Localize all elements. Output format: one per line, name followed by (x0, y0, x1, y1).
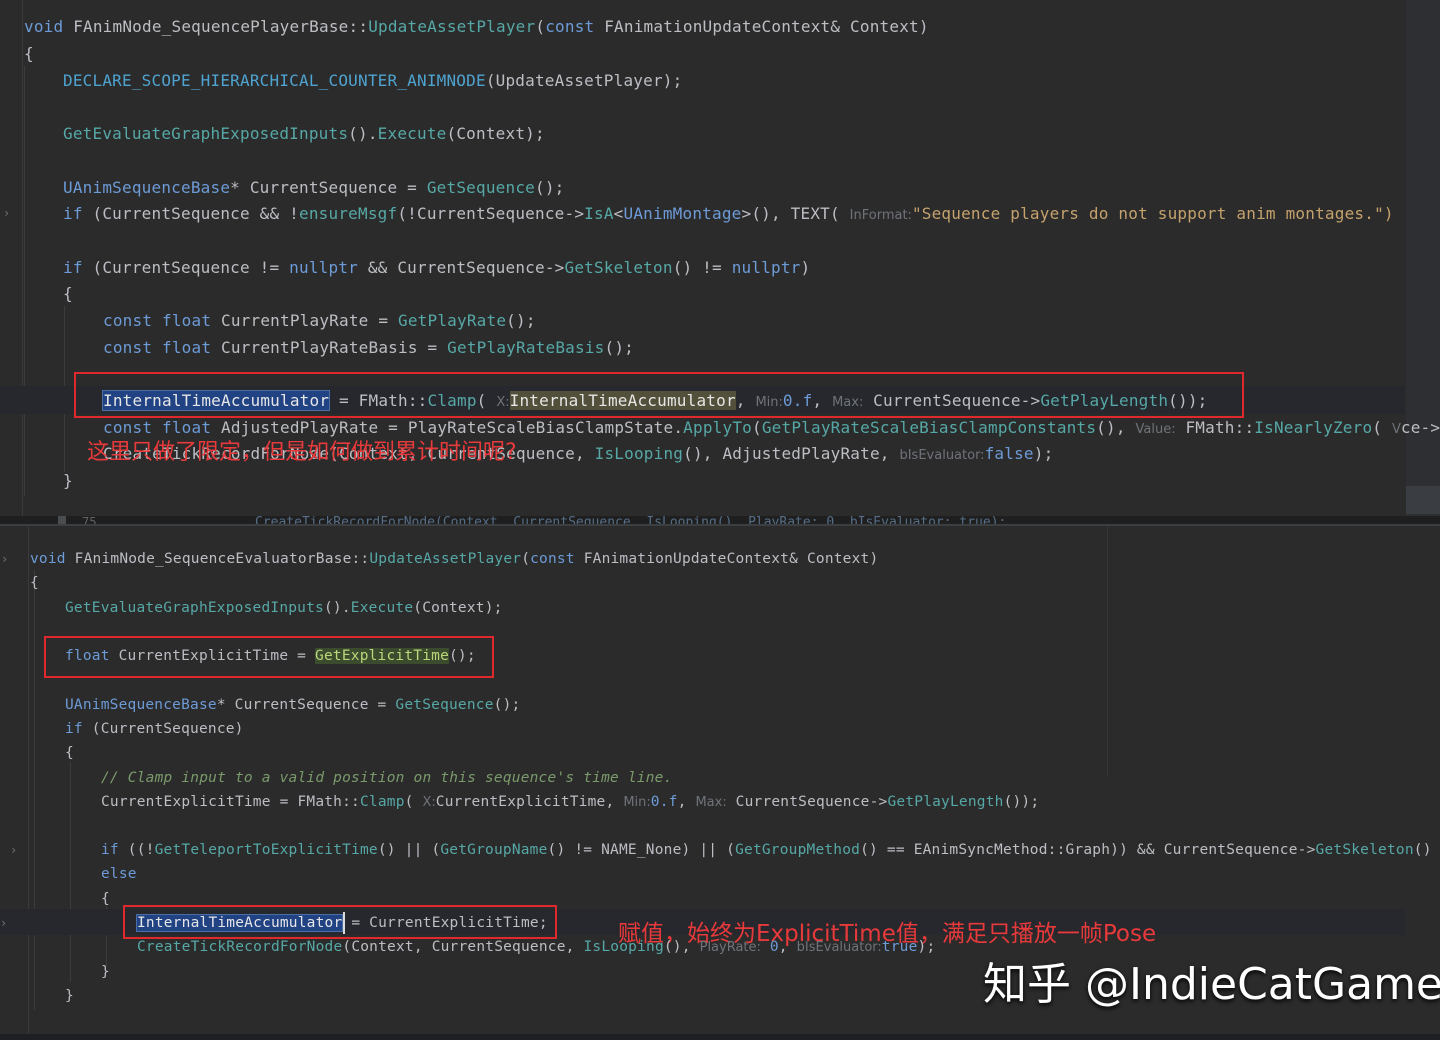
indent-guide (70, 762, 71, 982)
code-brace: } (63, 471, 73, 490)
code-line-if-sequence[interactable]: if (CurrentSequence) (65, 719, 244, 739)
gutter-separator (28, 526, 29, 1040)
code-line-if-teleport[interactable]: if ((!GetTeleportToExplicitTime() || (Ge… (101, 840, 1432, 860)
code-line-play-rate-basis[interactable]: const float CurrentPlayRateBasis = GetPl… (103, 338, 634, 358)
vertical-scrollbar[interactable] (1406, 0, 1440, 518)
code-line-evaluate-inputs[interactable]: GetEvaluateGraphExposedInputs().Execute(… (63, 124, 545, 144)
code-line-signature[interactable]: void FAnimNode_SequenceEvaluatorBase::Up… (30, 549, 878, 569)
gutter-separator (22, 0, 23, 518)
code-brace: } (101, 964, 110, 980)
code-line-if-skeleton[interactable]: if (CurrentSequence != nullptr && Curren… (63, 258, 810, 278)
code-line-ensure-montage[interactable]: if (CurrentSequence && !ensureMsgf(!Curr… (63, 204, 1394, 226)
watermark: 知乎 @IndieCatGame (983, 959, 1440, 1010)
code-line-clamp-explicit[interactable]: CurrentExplicitTime = FMath::Clamp( X:Cu… (101, 792, 1039, 813)
fold-arrow-icon[interactable]: › (10, 843, 17, 857)
scrollbar-thumb[interactable] (1406, 486, 1440, 514)
code-brace: { (101, 891, 110, 907)
code-line-play-rate[interactable]: const float CurrentPlayRate = GetPlayRat… (103, 311, 536, 331)
caret-marker-icon: › (0, 916, 8, 930)
code-brace: { (65, 745, 74, 761)
code-line-get-sequence[interactable]: UAnimSequenceBase* CurrentSequence = Get… (65, 695, 520, 715)
annotation-accumulate-question: 这里只做了限定，但是如何做到累计时间呢? (87, 440, 517, 465)
code-line-signature[interactable]: void FAnimNode_SequencePlayerBase::Updat… (24, 17, 929, 37)
code-line-get-sequence[interactable]: UAnimSequenceBase* CurrentSequence = Get… (63, 178, 565, 198)
editor-pane-sequence-player: void FAnimNode_SequencePlayerBase::Updat… (0, 0, 1440, 518)
code-line-create-tick-record[interactable]: CreateTickRecordForNode(Context, Current… (137, 937, 935, 958)
code-brace: { (30, 575, 39, 591)
status-strip (0, 1034, 1440, 1040)
code-else[interactable]: else (101, 864, 137, 884)
right-margin-guide (1107, 526, 1108, 776)
indent-guide (34, 570, 35, 1010)
indent-guide (24, 66, 25, 496)
code-brace: } (65, 988, 74, 1004)
code-comment: // Clamp input to a valid position on th… (101, 770, 673, 786)
code-brace: { (63, 284, 73, 303)
highlight-box-assign (123, 905, 557, 939)
fold-arrow-icon[interactable]: › (3, 206, 10, 220)
code-brace: { (24, 44, 34, 63)
highlight-box-explicit-time (44, 636, 494, 678)
highlight-box-clamp (74, 372, 1244, 418)
code-line-declare-scope[interactable]: DECLARE_SCOPE_HIERARCHICAL_COUNTER_ANIMN… (63, 71, 682, 91)
fold-arrow-icon[interactable]: › (1, 552, 8, 566)
code-line-evaluate-inputs[interactable]: GetEvaluateGraphExposedInputs().Execute(… (65, 598, 503, 618)
